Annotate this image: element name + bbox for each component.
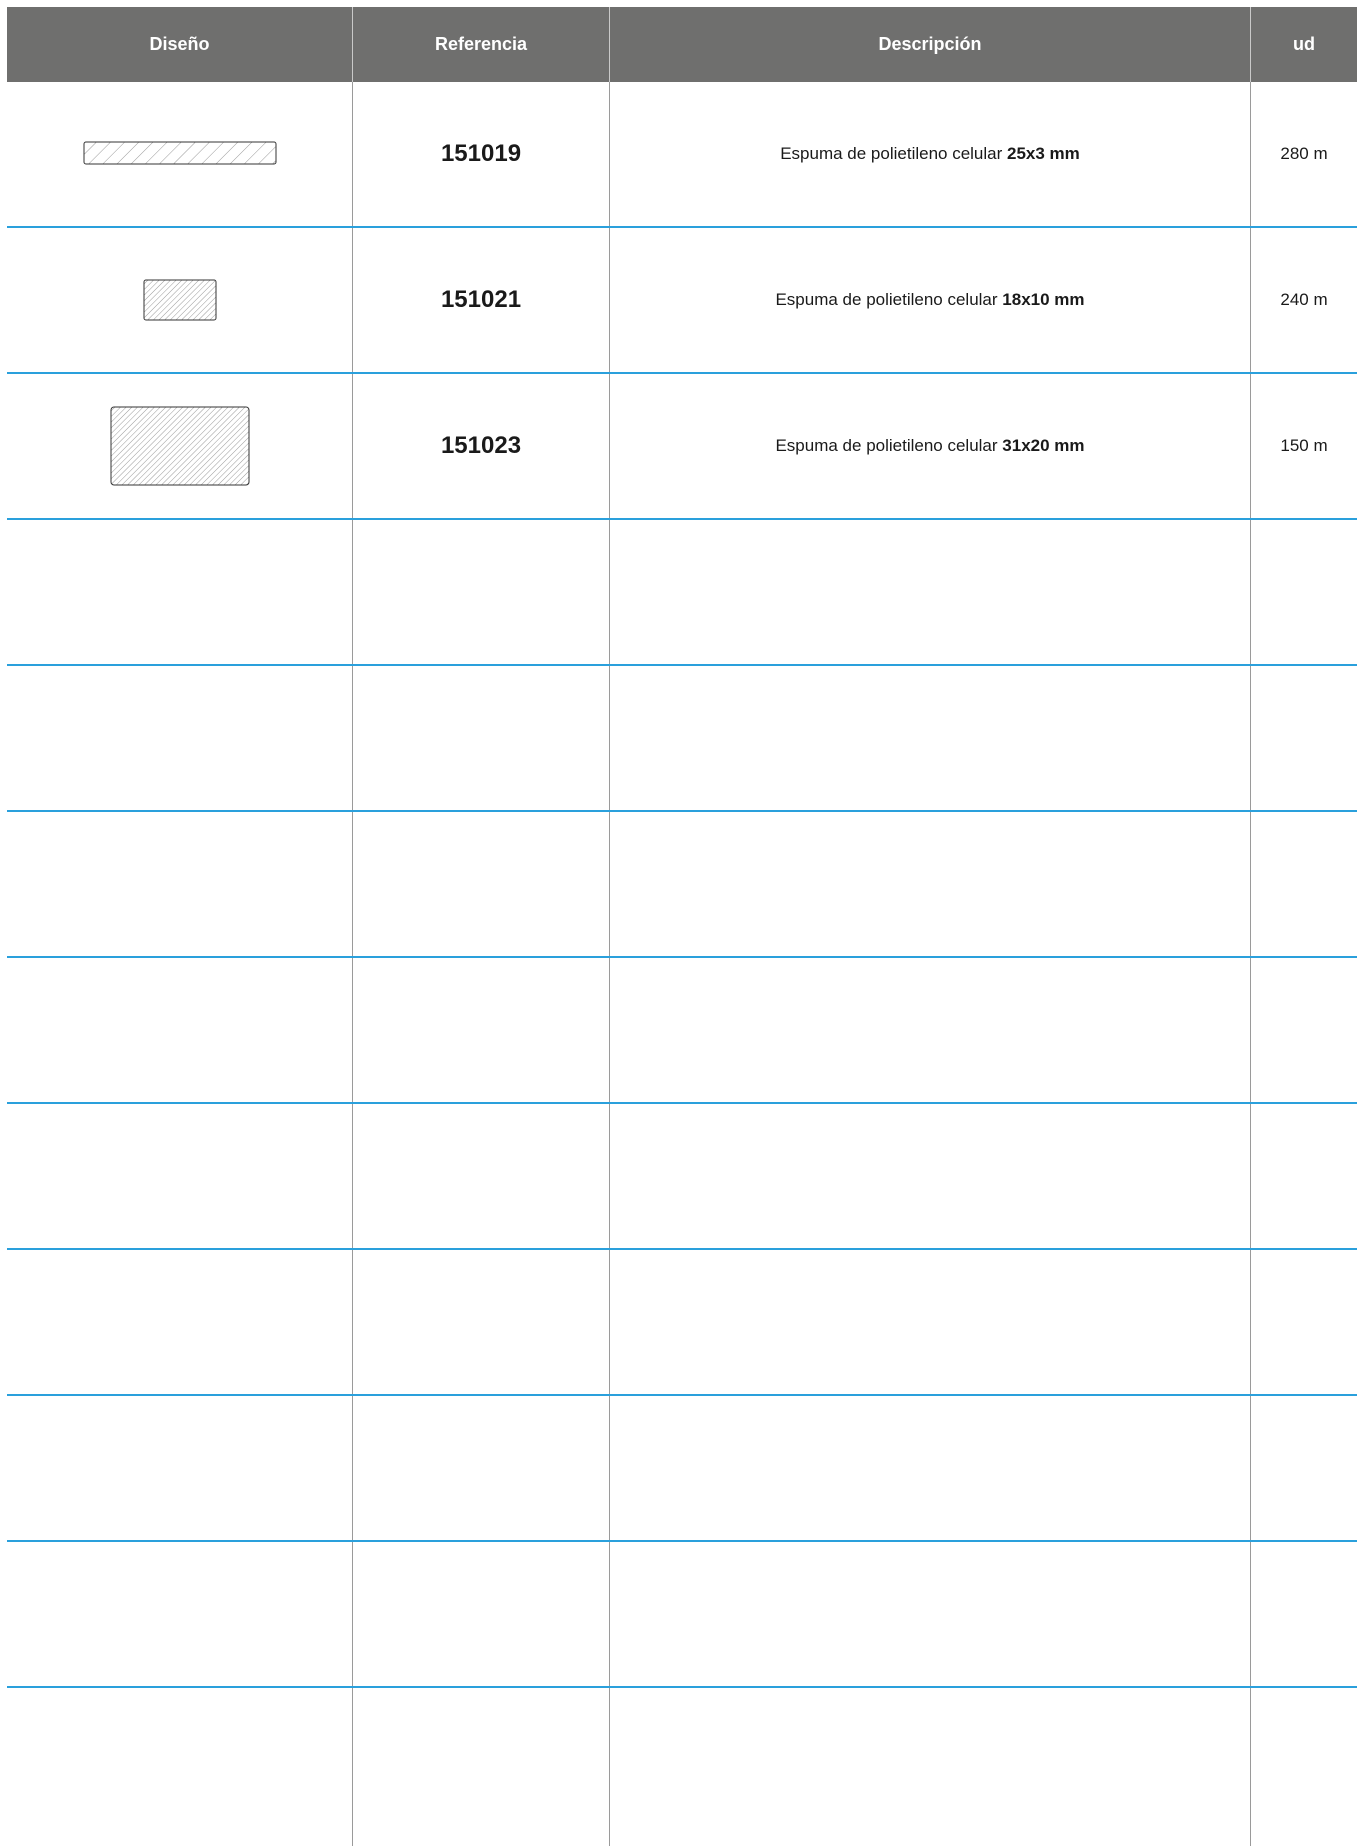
reference-cell — [353, 812, 610, 956]
description-cell: Espuma de polietileno celular 18x10 mm — [610, 228, 1251, 372]
description-cell — [610, 1542, 1251, 1686]
empty-table-row — [7, 812, 1357, 958]
unit-cell: 240 m — [1251, 228, 1357, 372]
design-cell — [7, 958, 353, 1102]
empty-table-row — [7, 1688, 1357, 1846]
unit-value: 280 m — [1280, 144, 1328, 163]
reference-cell: 151021 — [353, 228, 610, 372]
design-cell — [7, 1688, 353, 1846]
unit-cell — [1251, 1396, 1357, 1540]
unit-value: 240 m — [1280, 290, 1328, 309]
design-cell — [7, 228, 353, 372]
description-cell — [610, 666, 1251, 810]
empty-table-row — [7, 1250, 1357, 1396]
description-cell — [610, 958, 1251, 1102]
design-cell — [7, 666, 353, 810]
description-size: 31x20 mm — [1002, 436, 1085, 455]
description-cell — [610, 1688, 1251, 1846]
reference-cell — [353, 520, 610, 664]
empty-table-row — [7, 1542, 1357, 1688]
reference-cell — [353, 1542, 610, 1686]
header-unit: ud — [1293, 34, 1315, 54]
description-prefix: Espuma de polietileno celular — [775, 290, 1003, 309]
design-cell — [7, 374, 353, 518]
unit-cell — [1251, 1688, 1357, 1846]
unit-cell: 280 m — [1251, 82, 1357, 226]
description-cell — [610, 812, 1251, 956]
design-cell — [7, 520, 353, 664]
reference-cell — [353, 1104, 610, 1248]
reference-cell — [353, 666, 610, 810]
thin-strip-profile-icon — [83, 141, 276, 165]
description-size: 18x10 mm — [1002, 290, 1085, 309]
header-reference: Referencia — [353, 7, 610, 82]
design-cell — [7, 812, 353, 956]
unit-cell — [1251, 1104, 1357, 1248]
unit-cell — [1251, 1250, 1357, 1394]
design-cell — [7, 1250, 353, 1394]
unit-cell — [1251, 666, 1357, 810]
description-cell — [610, 1396, 1251, 1540]
description-cell: Espuma de polietileno celular 31x20 mm — [610, 374, 1251, 518]
design-cell — [7, 82, 353, 226]
unit-cell — [1251, 1542, 1357, 1686]
reference-number: 151023 — [440, 432, 522, 459]
reference-number: 151019 — [440, 140, 522, 167]
description-cell — [610, 1104, 1251, 1248]
description-text: Espuma de polietileno celular 25x3 mm — [780, 144, 1080, 164]
empty-table-row — [7, 1104, 1357, 1250]
empty-table-row — [7, 1396, 1357, 1542]
table-row: 151023 Espuma de polietileno celular 31x… — [7, 374, 1357, 520]
product-table: Diseño Referencia Descripción ud 151019 … — [7, 7, 1357, 1846]
header-design: Diseño — [7, 7, 353, 82]
unit-value: 150 m — [1280, 436, 1328, 455]
design-cell — [7, 1104, 353, 1248]
reference-cell — [353, 1396, 610, 1540]
reference-cell: 151023 — [353, 374, 610, 518]
reference-cell — [353, 958, 610, 1102]
unit-cell — [1251, 520, 1357, 664]
header-description: Descripción — [610, 7, 1251, 82]
reference-cell — [353, 1688, 610, 1846]
table-row: 151021 Espuma de polietileno celular 18x… — [7, 228, 1357, 374]
description-cell — [610, 520, 1251, 664]
description-prefix: Espuma de polietileno celular — [775, 436, 1003, 455]
description-cell — [610, 1250, 1251, 1394]
small-rectangle-profile-icon — [143, 279, 216, 321]
reference-number: 151021 — [440, 286, 522, 313]
description-prefix: Espuma de polietileno celular — [780, 144, 1008, 163]
description-text: Espuma de polietileno celular 31x20 mm — [775, 436, 1084, 456]
reference-cell — [353, 1250, 610, 1394]
unit-cell — [1251, 958, 1357, 1102]
empty-table-row — [7, 520, 1357, 666]
empty-table-row — [7, 666, 1357, 812]
unit-cell — [1251, 812, 1357, 956]
design-cell — [7, 1396, 353, 1540]
unit-cell: 150 m — [1251, 374, 1357, 518]
table-row: 151019 Espuma de polietileno celular 25x… — [7, 82, 1357, 228]
table-header: Diseño Referencia Descripción ud — [7, 7, 1357, 82]
description-size: 25x3 mm — [1007, 144, 1080, 163]
design-cell — [7, 1542, 353, 1686]
large-rectangle-profile-icon — [110, 406, 249, 486]
reference-cell: 151019 — [353, 82, 610, 226]
description-text: Espuma de polietileno celular 18x10 mm — [775, 290, 1084, 310]
description-cell: Espuma de polietileno celular 25x3 mm — [610, 82, 1251, 226]
empty-table-row — [7, 958, 1357, 1104]
